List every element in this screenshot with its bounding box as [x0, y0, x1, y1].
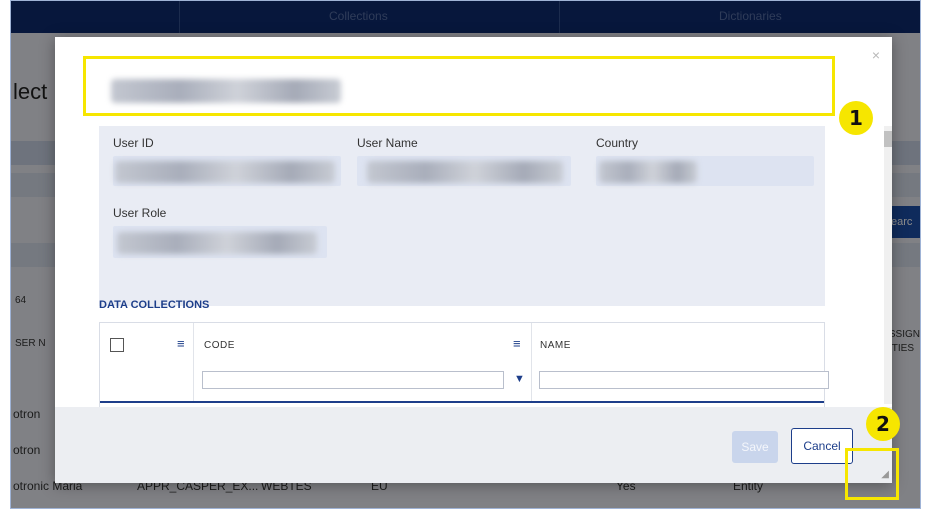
column-header-code[interactable]: CODE: [204, 340, 235, 351]
save-button[interactable]: Save: [732, 431, 778, 463]
column-header-name[interactable]: NAME: [540, 340, 571, 351]
column-menu-icon[interactable]: ≡: [177, 336, 185, 351]
close-icon[interactable]: ×: [872, 47, 880, 63]
code-filter-input[interactable]: [202, 371, 504, 389]
screenshot-frame: Collections Dictionaries lect Searc 64 S…: [10, 0, 921, 509]
grid-header: ≡ CODE ≡ ▼ NAME: [100, 323, 829, 401]
filter-icon[interactable]: ▼: [514, 373, 525, 385]
user-info-panel: User ID User Name Country User Role: [99, 126, 825, 306]
annotation-badge-2: 2: [866, 407, 900, 441]
user-role-label: User Role: [113, 206, 167, 220]
user-id-label: User ID: [113, 136, 154, 150]
select-all-checkbox[interactable]: [110, 338, 124, 352]
redacted-country: [599, 161, 697, 183]
annotation-badge-1: 1: [839, 101, 873, 135]
modal-scrollbar-track[interactable]: [884, 126, 892, 404]
data-collections-title: DATA COLLECTIONS: [99, 299, 210, 311]
redacted-user-role: [117, 232, 317, 254]
column-separator: [193, 323, 194, 401]
name-filter-input[interactable]: [539, 371, 829, 389]
redacted-user-id: [115, 161, 335, 183]
user-name-label: User Name: [357, 136, 418, 150]
column-separator: [531, 323, 532, 401]
data-collections-grid: ≡ CODE ≡ ▼ NAME: [99, 322, 829, 412]
column-menu-icon[interactable]: ≡: [513, 336, 521, 351]
grid-header-underline: [100, 401, 824, 403]
highlight-box-title: [83, 56, 835, 116]
modal-scrollbar-thumb[interactable]: [884, 131, 892, 147]
cancel-button[interactable]: Cancel: [791, 428, 853, 464]
redacted-user-name: [367, 161, 563, 183]
modal-footer: Save Cancel ◢: [55, 407, 892, 483]
highlight-box-resize: [845, 448, 899, 500]
country-label: Country: [596, 136, 639, 150]
